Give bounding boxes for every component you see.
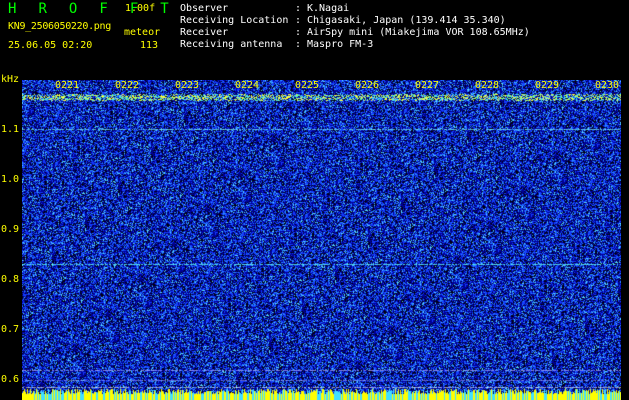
time-tick-0226: 0226 [355, 80, 380, 91]
info-separator: : [295, 15, 302, 26]
version-label: 1.00f [125, 3, 156, 14]
info-separator: : [295, 39, 302, 50]
time-tick-0222: 0222 [115, 80, 140, 91]
info-receiver: Receiver: AirSpy mini (Miakejima VOR 108.… [180, 27, 530, 38]
time-tick-0223: 0223 [175, 80, 200, 91]
frequency-unit-label: kHz [1, 74, 20, 85]
info-antenna-label: Receiving antenna [180, 39, 283, 50]
freq-tick-1.1: 1.1 [1, 124, 20, 135]
time-tick-0228: 0228 [475, 80, 500, 91]
spectrogram [22, 80, 621, 400]
time-tick-0230: 0230 [595, 80, 620, 91]
detection-count: 113 [140, 40, 159, 51]
freq-tick-0.9: 0.9 [1, 224, 20, 235]
info-antenna-value: Maspro FM-3 [307, 39, 374, 50]
time-tick-0224: 0224 [235, 80, 260, 91]
info-location-value: Chigasaki, Japan (139.414 35.340) [307, 15, 506, 26]
time-tick-0221: 0221 [55, 80, 80, 91]
freq-tick-0.6: 0.6 [1, 374, 20, 385]
info-observer: Observer: K.Nagai [180, 3, 349, 14]
time-tick-0227: 0227 [415, 80, 440, 91]
info-observer-value: K.Nagai [307, 3, 350, 14]
spectrogram-canvas [22, 80, 621, 400]
time-tick-0229: 0229 [535, 80, 560, 91]
timestamp-label: 25.06.05 02:20 [8, 40, 93, 51]
freq-tick-1.0: 1.0 [1, 174, 20, 185]
info-location-label: Receiving Location [180, 15, 289, 26]
info-antenna: Receiving antenna: Maspro FM-3 [180, 39, 373, 50]
mode-label: meteor [124, 27, 161, 38]
info-separator: : [295, 27, 302, 38]
info-receiver-value: AirSpy mini (Miakejima VOR 108.65MHz) [307, 27, 530, 38]
info-location: Receiving Location: Chigasaki, Japan (139… [180, 15, 506, 26]
filename-label: KN9_2506050220.png [8, 21, 111, 32]
info-receiver-label: Receiver [180, 27, 229, 38]
time-tick-0225: 0225 [295, 80, 320, 91]
freq-tick-0.7: 0.7 [1, 324, 20, 335]
freq-tick-0.8: 0.8 [1, 274, 20, 285]
info-observer-label: Observer [180, 3, 229, 14]
info-separator: : [295, 3, 302, 14]
